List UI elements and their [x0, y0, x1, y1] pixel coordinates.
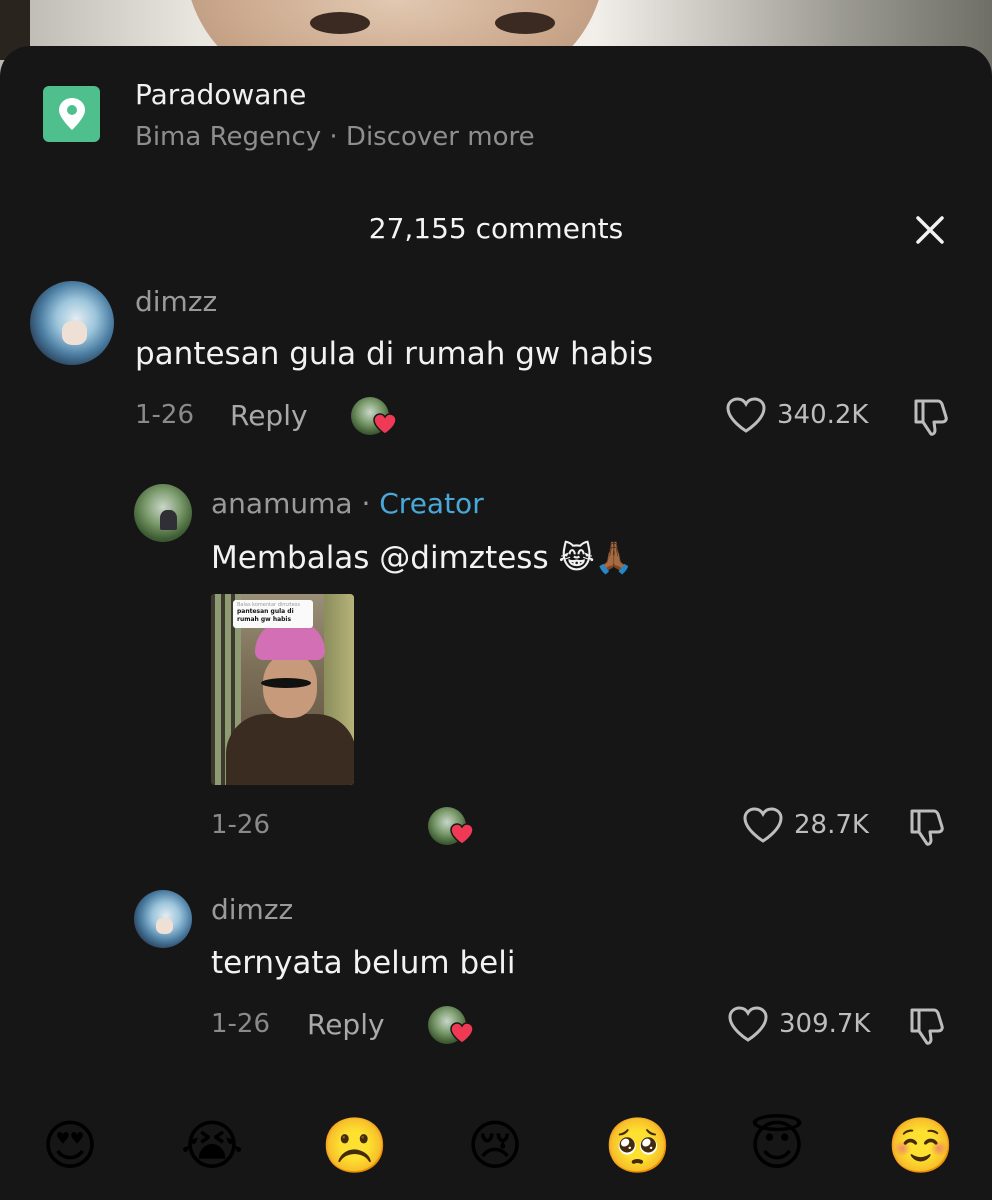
emoji-crying-button[interactable]: 😢 [463, 1114, 527, 1178]
heart-icon [373, 413, 397, 435]
comment-date: 1-26 [211, 1009, 271, 1039]
avatar[interactable] [134, 484, 192, 542]
dislike-button[interactable] [912, 397, 954, 441]
thumbs-down-icon [910, 1008, 944, 1045]
comment-username-row: anamuma · Creator [211, 487, 484, 520]
comment-date: 1-26 [135, 400, 195, 430]
creator-badge: Creator [379, 487, 484, 520]
emoji-heart-eyes-button[interactable]: 😍 [38, 1114, 102, 1178]
thumbnail-caption-text: pantesan gula di rumah gw habis [237, 608, 294, 623]
avatar[interactable] [134, 890, 192, 948]
comment-username[interactable]: dimzz [135, 285, 217, 318]
like-button[interactable]: 340.2K [725, 396, 868, 434]
comment-text: Membalas @dimztess 😹🙏🏾 [211, 540, 634, 576]
location-subtitle[interactable]: Bima Regency · Discover more [135, 122, 535, 152]
comment-date: 1-26 [211, 810, 271, 840]
emoji-quick-bar: 😍 😭 ☹️ 😢 🥺 😇 ☺️ [0, 1114, 992, 1184]
creator-liked-badge [351, 397, 397, 435]
creator-liked-badge [428, 807, 474, 845]
page: Paradowane Bima Regency · Discover more … [0, 0, 992, 1200]
dislike-button[interactable] [908, 1006, 950, 1050]
reply-video-thumbnail[interactable]: Balas komentar dimztess pantesan gula di… [211, 594, 354, 785]
emoji-pleading-button[interactable]: 🥺 [604, 1114, 671, 1178]
video-eye-left [310, 12, 370, 34]
comment-username[interactable]: anamuma [211, 487, 353, 520]
username-separator: · [361, 487, 371, 520]
reply-button[interactable]: Reply [230, 399, 308, 432]
emoji-frowning-button[interactable]: ☹️ [321, 1114, 388, 1178]
like-count: 28.7K [794, 810, 869, 840]
emoji-halo-button[interactable]: 😇 [745, 1114, 809, 1178]
like-count: 340.2K [777, 400, 869, 430]
creator-liked-badge [428, 1006, 474, 1044]
like-button[interactable]: 309.7K [727, 1005, 870, 1043]
avatar[interactable] [30, 281, 114, 365]
heart-icon [450, 1022, 474, 1044]
comment-text: pantesan gula di rumah gw habis [135, 336, 654, 372]
comment-count: 27,155 comments [368, 212, 624, 245]
thumbs-down-icon [914, 399, 948, 436]
heart-outline-icon [726, 397, 766, 433]
comment-text: ternyata belum beli [211, 945, 516, 981]
dislike-button[interactable] [908, 807, 950, 851]
location-title[interactable]: Paradowane [135, 78, 306, 111]
emoji-loudly-crying-button[interactable]: 😭 [180, 1114, 244, 1178]
like-button[interactable]: 28.7K [742, 806, 869, 844]
close-button[interactable] [908, 208, 952, 252]
video-eye-right [495, 12, 555, 34]
heart-outline-icon [728, 1006, 768, 1042]
reply-button[interactable]: Reply [307, 1008, 385, 1041]
heart-icon [450, 823, 474, 845]
comment-username[interactable]: dimzz [211, 893, 293, 926]
like-count: 309.7K [779, 1009, 871, 1039]
close-icon [916, 216, 944, 244]
thumbs-down-icon [910, 809, 944, 846]
location-pin-icon[interactable] [43, 86, 100, 142]
thumbnail-caption: Balas komentar dimztess pantesan gula di… [233, 600, 313, 628]
emoji-smiling-button[interactable]: ☺️ [887, 1114, 954, 1178]
heart-outline-icon [743, 807, 783, 843]
